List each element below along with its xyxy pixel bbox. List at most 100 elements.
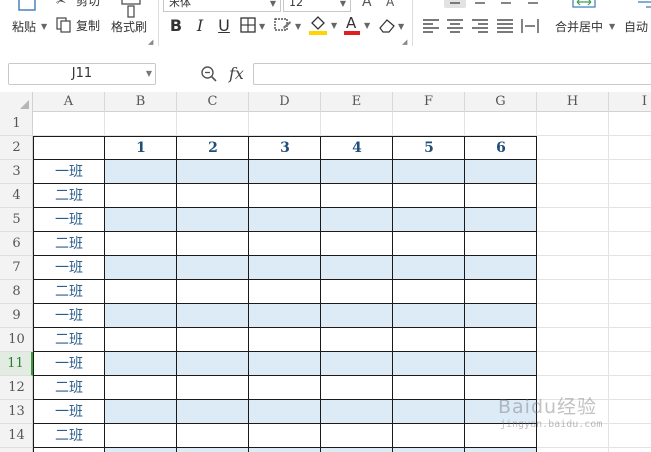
underline-button[interactable]: U <box>214 16 234 36</box>
cell-a12[interactable]: 二班 <box>33 376 105 400</box>
format-painter-label: 格式刷 <box>111 20 148 34</box>
bold-button[interactable]: B <box>166 16 186 36</box>
table-border-horizontal <box>33 423 537 424</box>
group-launcher-icon[interactable]: ◢ <box>148 38 153 46</box>
format-painter-button[interactable]: 格式刷 <box>108 0 154 42</box>
cell-a3[interactable]: 一班 <box>33 160 105 184</box>
cell-a15[interactable]: 一班 <box>33 448 105 452</box>
column-header-a[interactable]: A <box>33 92 105 112</box>
cell-a11[interactable]: 一班 <box>33 352 105 376</box>
column-header-c[interactable]: C <box>177 92 249 112</box>
indent-icon[interactable] <box>522 0 538 5</box>
row-header-7[interactable]: 7 <box>0 256 33 280</box>
select-all-corner[interactable] <box>0 92 33 112</box>
italic-button[interactable]: I <box>190 16 210 36</box>
chevron-down-icon[interactable]: ▼ <box>41 22 47 31</box>
cell-style-button[interactable]: ▼ <box>274 17 302 35</box>
row-header-15[interactable]: 15 <box>0 448 33 452</box>
cell-a14[interactable]: 二班 <box>33 424 105 448</box>
cell-e2[interactable]: 4 <box>321 136 393 160</box>
row-header-14[interactable]: 14 <box>0 424 33 448</box>
increase-font-icon[interactable]: A <box>362 0 372 10</box>
cell-c2[interactable]: 2 <box>177 136 249 160</box>
row-header-3[interactable]: 3 <box>0 160 33 184</box>
cell-a4[interactable]: 二班 <box>33 184 105 208</box>
font-size-value: 12 <box>289 0 303 9</box>
chevron-down-icon[interactable]: ▼ <box>146 64 152 84</box>
copy-button[interactable]: 复制 <box>56 17 106 35</box>
row-header-8[interactable]: 8 <box>0 280 33 304</box>
column-header-h[interactable]: H <box>537 92 609 112</box>
cell-a13[interactable]: 一班 <box>33 400 105 424</box>
font-name-value: 宋体 <box>169 0 191 9</box>
ribbon-divider <box>158 0 159 46</box>
row-header-9[interactable]: 9 <box>0 304 33 328</box>
cell-a7[interactable]: 一班 <box>33 256 105 280</box>
align-bottom-icon[interactable] <box>498 0 514 5</box>
watermark-text: Baidu经验 <box>498 396 598 418</box>
name-box[interactable]: J11 ▼ <box>8 63 156 85</box>
row-header-1[interactable]: 1 <box>0 112 33 136</box>
merge-center-button[interactable]: 合并居中 ▼ <box>552 0 618 42</box>
chevron-down-icon: ▼ <box>339 0 346 8</box>
zoom-icon[interactable] <box>200 65 218 83</box>
column-header-g[interactable]: G <box>465 92 537 112</box>
cell-a8[interactable]: 二班 <box>33 280 105 304</box>
table-border-horizontal <box>33 183 537 184</box>
table-border-horizontal <box>33 327 537 328</box>
row-header-5[interactable]: 5 <box>0 208 33 232</box>
align-center-icon[interactable] <box>447 19 463 33</box>
font-color-swatch <box>344 31 360 35</box>
borders-button[interactable]: ▼ <box>240 17 268 35</box>
group-launcher-icon[interactable]: ◢ <box>402 38 407 46</box>
column-header-b[interactable]: B <box>105 92 177 112</box>
ribbon-toolbar: 粘贴 ▼ ✂ 剪切 复制 格式刷 ◢ 宋体 ▼ 12 ▼ A A B I U ▼… <box>0 0 651 50</box>
row-header-6[interactable]: 6 <box>0 232 33 256</box>
clear-button[interactable]: ▼ <box>378 17 408 35</box>
chevron-down-icon: ▼ <box>364 21 371 30</box>
row-header-10[interactable]: 10 <box>0 328 33 352</box>
column-header-f[interactable]: F <box>393 92 465 112</box>
column-header-i[interactable]: I <box>609 92 651 112</box>
insert-function-button[interactable]: fx <box>229 64 244 83</box>
eraser-icon <box>379 19 395 33</box>
justify-icon[interactable] <box>497 19 513 33</box>
border-grid-icon <box>240 17 256 33</box>
column-header-d[interactable]: D <box>249 92 321 112</box>
row-header-11[interactable]: 11 <box>0 352 33 376</box>
table-border-horizontal <box>33 255 537 256</box>
align-right-icon[interactable] <box>472 19 488 33</box>
chevron-down-icon: ▼ <box>259 22 266 31</box>
cell-f2[interactable]: 5 <box>393 136 465 160</box>
align-middle-icon[interactable] <box>472 0 488 5</box>
cell-g2[interactable]: 6 <box>465 136 537 160</box>
paste-button[interactable]: 粘贴 ▼ <box>8 0 48 42</box>
cut-button[interactable]: ✂ 剪切 <box>56 0 106 10</box>
spreadsheet-app: 粘贴 ▼ ✂ 剪切 复制 格式刷 ◢ 宋体 ▼ 12 ▼ A A B I U ▼… <box>0 0 651 452</box>
bold-icon: B <box>169 16 183 35</box>
cell-a5[interactable]: 一班 <box>33 208 105 232</box>
wrap-text-icon <box>638 1 651 8</box>
font-color-button[interactable]: A ▼ <box>344 14 374 37</box>
cell-a10[interactable]: 二班 <box>33 328 105 352</box>
fill-color-button[interactable]: ▼ <box>309 15 341 37</box>
align-top-button[interactable] <box>444 0 466 8</box>
decrease-font-icon[interactable]: A <box>386 0 394 9</box>
cell-b2[interactable]: 1 <box>105 136 177 160</box>
formula-input[interactable] <box>253 63 651 85</box>
column-header-e[interactable]: E <box>321 92 393 112</box>
cell-a9[interactable]: 一班 <box>33 304 105 328</box>
chevron-down-icon: ▼ <box>609 22 616 31</box>
distributed-icon[interactable] <box>521 19 539 33</box>
cell-a6[interactable]: 二班 <box>33 232 105 256</box>
font-size-select[interactable]: 12 ▼ <box>283 0 351 12</box>
row-header-12[interactable]: 12 <box>0 376 33 400</box>
align-left-icon[interactable] <box>423 19 439 33</box>
font-name-select[interactable]: 宋体 ▼ <box>163 0 281 12</box>
row-header-13[interactable]: 13 <box>0 400 33 424</box>
table-border-horizontal <box>33 279 537 280</box>
cell-d2[interactable]: 3 <box>249 136 321 160</box>
row-header-4[interactable]: 4 <box>0 184 33 208</box>
autofit-button[interactable]: 自动 <box>622 0 651 42</box>
row-header-2[interactable]: 2 <box>0 136 33 160</box>
